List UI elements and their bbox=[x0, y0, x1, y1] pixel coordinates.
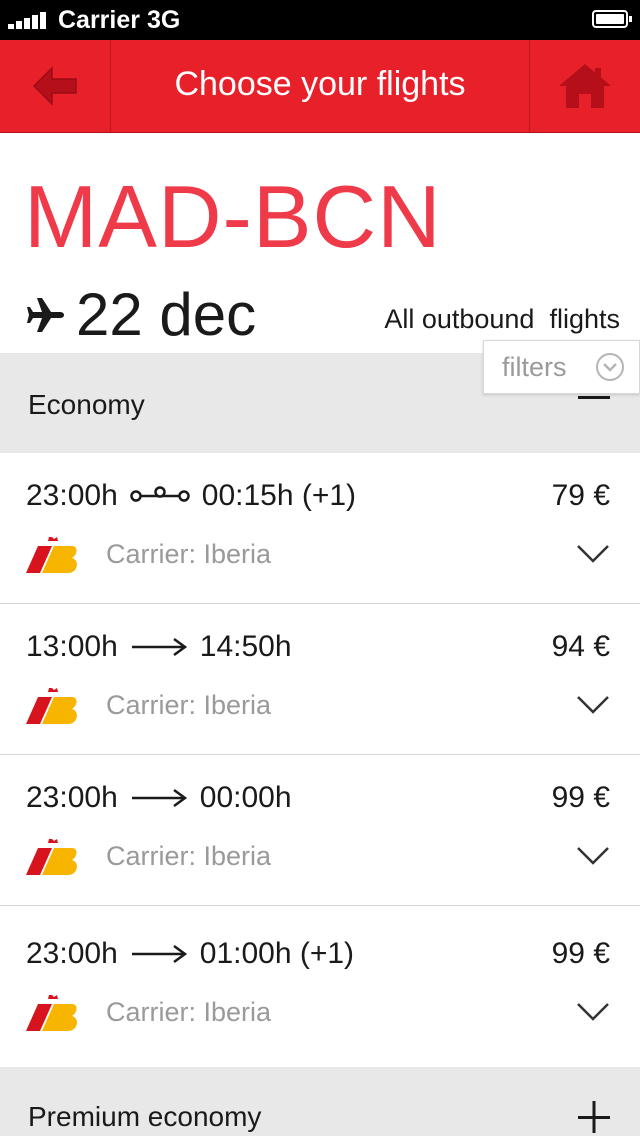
arrival-time: 00:15h (+1) bbox=[201, 479, 357, 512]
iberia-logo-icon bbox=[26, 995, 77, 1031]
carrier-label: Carrier: Iberia bbox=[106, 841, 272, 871]
filters-button[interactable]: filters bbox=[483, 340, 640, 394]
status-carrier: Carrier 3G bbox=[58, 6, 181, 34]
flight-times: 23:00h 00:00h bbox=[26, 781, 292, 815]
departure-time: 23:00h bbox=[26, 479, 118, 512]
iberia-logo-icon bbox=[26, 537, 77, 573]
flight-date: 22 dec bbox=[76, 281, 257, 348]
section-title: Premium economy bbox=[28, 1101, 262, 1132]
iberia-logo-icon bbox=[26, 688, 77, 724]
battery-icon bbox=[592, 10, 632, 28]
back-button[interactable] bbox=[0, 40, 111, 132]
iberia-logo-icon bbox=[26, 839, 77, 875]
chevron-down-icon[interactable] bbox=[576, 845, 610, 867]
expand-plus-icon[interactable] bbox=[578, 1101, 610, 1133]
route-code: MAD-BCN bbox=[24, 167, 442, 266]
page-title: Choose your flights bbox=[174, 65, 466, 103]
flight-times: 23:00h 01:00h (+1) bbox=[26, 937, 354, 971]
section-title: Economy bbox=[28, 389, 145, 420]
departure-time: 13:00h bbox=[26, 630, 118, 663]
home-icon bbox=[559, 64, 611, 108]
signal-strength-icon bbox=[8, 11, 48, 29]
chevron-down-circle-icon bbox=[596, 353, 624, 381]
flight-price: 99 € bbox=[551, 937, 610, 970]
status-network: 3G bbox=[146, 6, 181, 34]
flight-price: 79 € bbox=[551, 479, 610, 512]
arrival-time: 01:00h (+1) bbox=[199, 937, 355, 970]
flight-row[interactable]: 23:00h 01:00h (+1) 99 € Carrier: Iberia bbox=[0, 911, 640, 1062]
carrier-label: Carrier: Iberia bbox=[106, 539, 272, 569]
status-bar: Carrier 3G bbox=[0, 0, 640, 40]
outbound-flights-label: All outbound flights bbox=[384, 304, 620, 334]
chevron-down-icon[interactable] bbox=[576, 1001, 610, 1023]
flight-row[interactable]: 13:00h 14:50h 94 € Carrier: Iberia bbox=[0, 604, 640, 755]
flight-price: 99 € bbox=[551, 781, 610, 814]
home-button[interactable] bbox=[529, 40, 640, 132]
arrow-right-icon bbox=[131, 944, 187, 964]
carrier-label: Carrier: Iberia bbox=[106, 997, 272, 1027]
filters-label: filters bbox=[502, 352, 567, 382]
flight-row[interactable]: 23:00h 00:00h 99 € Carrier: Iberia bbox=[0, 755, 640, 906]
carrier-label: Carrier: Iberia bbox=[106, 690, 272, 720]
arrow-right-icon bbox=[131, 788, 187, 808]
arrow-left-icon bbox=[32, 66, 77, 106]
arrival-time: 14:50h bbox=[199, 630, 292, 663]
flight-price: 94 € bbox=[551, 630, 610, 663]
navigation-bar: Choose your flights bbox=[0, 40, 640, 133]
flight-times: 13:00h 14:50h bbox=[26, 630, 292, 664]
chevron-down-icon[interactable] bbox=[576, 543, 610, 565]
stops-connector-icon bbox=[130, 486, 190, 502]
departure-time: 23:00h bbox=[26, 781, 118, 814]
flight-row[interactable]: 23:00h 00:15h (+1) 79 € Carrier: Iberia bbox=[0, 453, 640, 604]
airplane-icon bbox=[27, 297, 64, 332]
chevron-down-icon[interactable] bbox=[576, 694, 610, 716]
date-row: 22 dec bbox=[26, 280, 256, 349]
flight-times: 23:00h 00:15h (+1) bbox=[26, 479, 356, 513]
arrow-right-icon bbox=[131, 637, 187, 657]
departure-time: 23:00h bbox=[26, 937, 118, 970]
arrival-time: 00:00h bbox=[199, 781, 292, 814]
section-premium-economy[interactable]: Premium economy bbox=[0, 1067, 640, 1136]
